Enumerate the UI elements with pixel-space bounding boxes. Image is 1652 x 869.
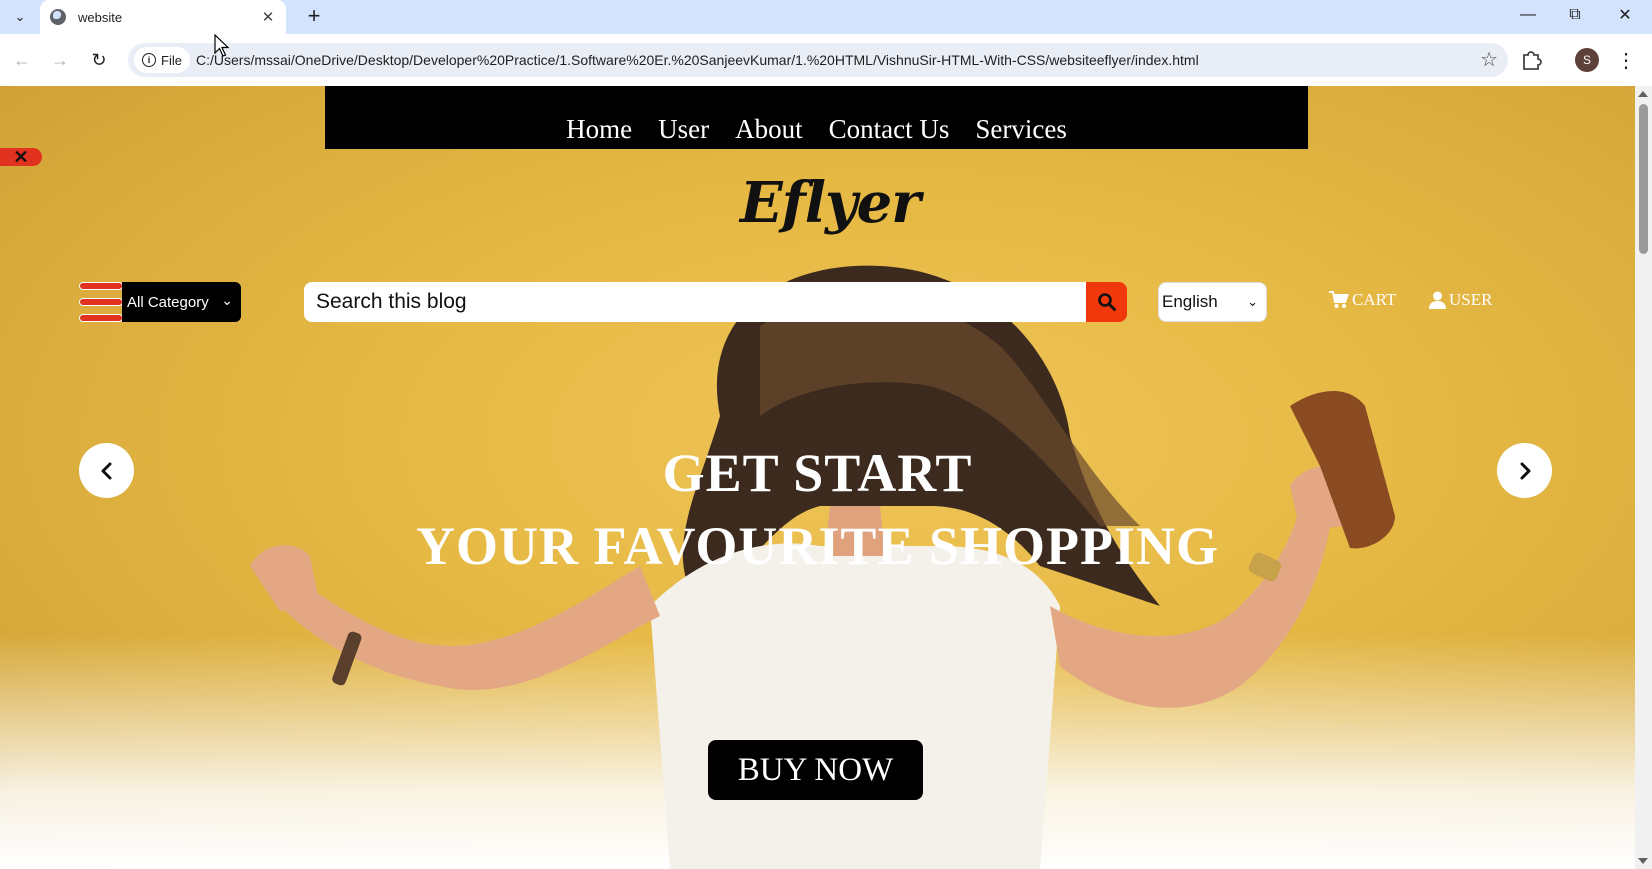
user-label: USER (1449, 290, 1493, 309)
nav-home-link[interactable]: Home (566, 114, 632, 145)
tab-search-chevron-icon[interactable]: ⌄ (6, 5, 34, 29)
cart-icon (1329, 291, 1349, 308)
nav-user-link[interactable]: User (658, 114, 709, 145)
hero-heading: GET START (662, 443, 973, 503)
mouse-pointer-icon (214, 34, 230, 57)
cart-label: CART (1352, 290, 1397, 309)
reload-icon[interactable]: ↻ (85, 46, 113, 74)
info-icon: i (142, 53, 156, 67)
address-bar[interactable]: i File C:/Users/mssai/OneDrive/Desktop/D… (128, 43, 1508, 77)
chevron-down-icon: ⌄ (1247, 294, 1258, 309)
back-arrow-icon[interactable]: ← (8, 46, 36, 74)
user-link[interactable]: USER (1429, 290, 1492, 310)
web-page: Home User About Contact Us Services ✕ Ef… (0, 86, 1635, 869)
browser-tab[interactable]: website ✕ (40, 0, 286, 34)
language-dropdown-value: English (1162, 292, 1218, 311)
profile-avatar[interactable]: S (1575, 48, 1599, 72)
nav-services-link[interactable]: Services (975, 114, 1066, 145)
user-icon (1429, 291, 1446, 309)
sidebar-close-icon[interactable]: ✕ (0, 147, 42, 167)
search-input[interactable]: Search this blog (304, 282, 1087, 322)
minimize-icon[interactable]: — (1505, 0, 1551, 30)
category-dropdown-value: All Category (127, 293, 209, 311)
extensions-puzzle-icon[interactable] (1518, 46, 1544, 72)
top-navigation: Home User About Contact Us Services (325, 86, 1308, 149)
site-logo[interactable]: Eflyer (740, 170, 921, 240)
language-dropdown[interactable]: English ⌄ (1158, 282, 1267, 322)
tab-close-icon[interactable]: ✕ (260, 9, 276, 26)
scroll-down-icon[interactable] (1638, 858, 1648, 864)
tab-title: website (78, 9, 123, 25)
bookmark-star-icon[interactable]: ☆ (1480, 47, 1498, 72)
forward-arrow-icon[interactable]: → (46, 46, 74, 74)
new-tab-plus-icon[interactable]: + (302, 3, 326, 28)
search-icon (1097, 293, 1116, 311)
file-chip-label: File (161, 52, 182, 68)
url-text[interactable]: C:/Users/mssai/OneDrive/Desktop/Develope… (196, 52, 1199, 68)
hamburger-menu-icon[interactable] (79, 282, 123, 322)
site-info-chip[interactable]: i File (134, 47, 190, 73)
browser-toolbar: ← → ↻ i File C:/Users/mssai/OneDrive/Des… (0, 34, 1652, 86)
page-scrollbar[interactable] (1635, 86, 1652, 869)
search-button[interactable] (1086, 282, 1127, 322)
chevron-down-icon: ⌄ (221, 292, 233, 308)
cart-link[interactable]: CART (1329, 290, 1396, 310)
search-placeholder: Search this blog (316, 290, 467, 313)
scrollbar-thumb[interactable] (1639, 104, 1648, 254)
browser-tabstrip: ⌄ website ✕ + — ⧉ ✕ (0, 0, 1652, 34)
window-close-icon[interactable]: ✕ (1602, 0, 1648, 30)
scroll-up-icon[interactable] (1638, 91, 1648, 97)
category-dropdown[interactable]: All Category ⌄ (122, 282, 241, 322)
restore-icon[interactable]: ⧉ (1552, 0, 1598, 30)
browser-menu-icon[interactable]: ⋮ (1616, 46, 1636, 74)
hero-subheading: YOUR FAVOURITE SHOPPING (416, 516, 1219, 576)
nav-contact-link[interactable]: Contact Us (829, 114, 950, 145)
nav-about-link[interactable]: About (735, 114, 803, 145)
globe-icon (50, 9, 66, 25)
buy-now-button[interactable]: BUY NOW (708, 740, 923, 800)
